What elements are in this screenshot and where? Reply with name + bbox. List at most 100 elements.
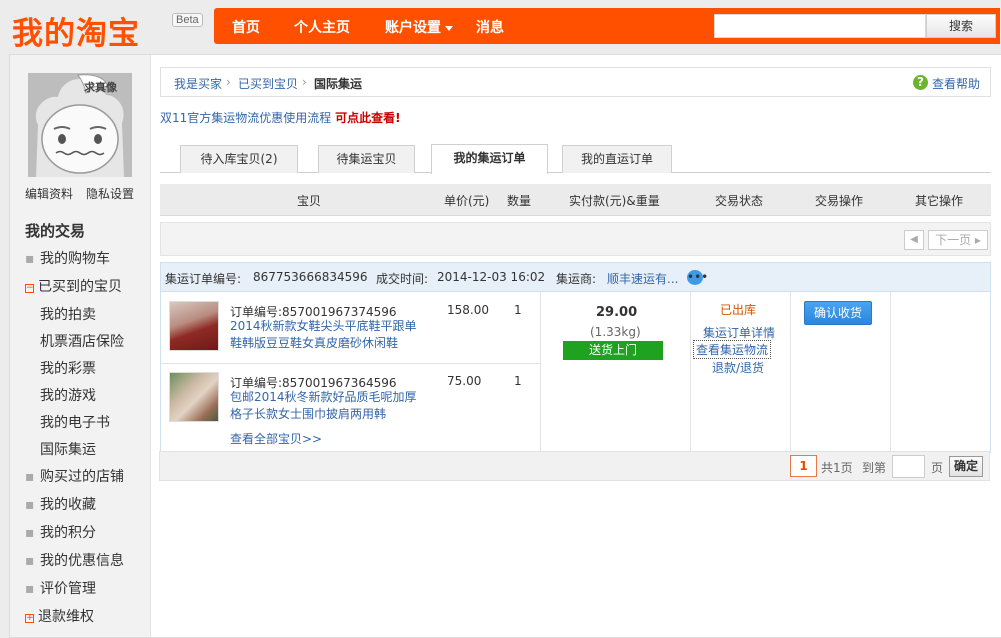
bullet-icon: ▪	[25, 251, 35, 267]
tab-my-consolidated-orders[interactable]: 我的集运订单	[431, 144, 548, 174]
bullet-icon: ▪	[25, 525, 35, 541]
view-logistics-link[interactable]: 查看集运物流	[693, 340, 772, 359]
package-weight: (1.33kg)	[590, 325, 641, 339]
avatar-tag: 求真像	[84, 81, 117, 94]
sidebar-item-ebooks[interactable]: 我的电子书	[40, 412, 110, 432]
breadcrumb-separator: ›	[226, 75, 231, 89]
sidebar-item-label: 退款维权	[38, 609, 94, 625]
nav-messages[interactable]: 消息	[476, 17, 504, 37]
col-status: 交易状态	[715, 194, 764, 208]
sidebar-item-label: 评价管理	[40, 581, 96, 597]
confirm-receipt-button[interactable]: 确认收货	[804, 301, 872, 325]
expand-icon[interactable]: +	[25, 614, 34, 623]
next-page-button[interactable]: 下一页 ▸	[928, 230, 988, 250]
col-unit-price: 单价(元)	[444, 194, 490, 208]
tab-my-direct-orders[interactable]: 我的直运订单	[562, 145, 672, 173]
breadcrumb-buyer[interactable]: 我是买家	[174, 75, 222, 92]
sidebar-item-shops[interactable]: ▪ 购买过的店铺	[25, 466, 124, 486]
breadcrumb: 我是买家 › 已买到宝贝 › 国际集运 ? 查看帮助	[160, 67, 991, 97]
avatar[interactable]: 求真像	[28, 73, 132, 177]
col-operation: 交易操作	[815, 194, 864, 208]
sidebar-item-label: 我的购物车	[40, 251, 110, 267]
sidebar-item-bought[interactable]: − 已买到的宝贝	[25, 276, 122, 296]
bullet-icon: ▪	[25, 553, 35, 569]
goto-page-button[interactable]: 确定	[949, 456, 983, 477]
goto-label: 到第	[862, 461, 887, 475]
tab-pending-consolidation[interactable]: 待集运宝贝	[318, 145, 415, 173]
sidebar-item-refunds[interactable]: + 退款维权	[25, 606, 94, 626]
top-navigation: 首页 个人主页 账户设置 消息 搜索	[214, 8, 1000, 44]
refund-return-link[interactable]: 退款/退货	[712, 359, 764, 376]
product-title-link[interactable]: 包邮2014秋冬新款好品质毛呢加厚格子长款女士围巾披肩两用韩	[230, 389, 420, 423]
product-thumbnail[interactable]	[169, 301, 219, 351]
promo-notice: 双11官方集运物流优惠使用流程 可点此查看!	[160, 109, 401, 126]
sidebar-item-label: 我的积分	[40, 525, 96, 541]
col-item: 宝贝	[297, 194, 322, 208]
my-trades-heading: 我的交易	[25, 222, 86, 240]
total-pages: 共1页	[821, 461, 853, 475]
search-input[interactable]	[714, 14, 926, 38]
sidebar-item-auction[interactable]: 我的拍卖	[40, 304, 96, 324]
pager-bottom: 1 共1页 到第 页 确定	[159, 451, 990, 481]
help-link[interactable]: 查看帮助	[932, 75, 980, 92]
quantity: 1	[514, 374, 522, 388]
order-rows: 订单编号:857001967374596 2014秋新款女鞋尖头平底鞋平跟单鞋韩…	[159, 261, 990, 452]
bullet-icon: ▪	[25, 497, 35, 513]
sidebar-item-games[interactable]: 我的游戏	[40, 385, 96, 405]
tab-pending-storage[interactable]: 待入库宝贝(2)	[180, 145, 298, 173]
help-icon[interactable]: ?	[913, 75, 928, 90]
nav-account-settings[interactable]: 账户设置	[385, 17, 453, 37]
sidebar-item-favorites[interactable]: ▪ 我的收藏	[25, 494, 96, 514]
breadcrumb-bought[interactable]: 已买到宝贝	[238, 75, 298, 92]
nav-home[interactable]: 首页	[232, 17, 260, 37]
sidebar-item-cart[interactable]: ▪ 我的购物车	[25, 248, 110, 268]
product-thumbnail[interactable]	[169, 372, 219, 422]
sidebar-item-points[interactable]: ▪ 我的积分	[25, 522, 96, 542]
table-header: 宝贝 单价(元) 数量 实付款(元)&重量 交易状态 交易操作 其它操作	[160, 184, 991, 216]
order-details-link[interactable]: 集运订单详情	[703, 324, 775, 341]
page-label: 页	[931, 461, 944, 475]
sidebar-item-lottery[interactable]: 我的彩票	[40, 358, 96, 378]
sidebar-item-label: 我的收藏	[40, 497, 96, 513]
unit-price: 158.00	[447, 303, 489, 317]
col-other: 其它操作	[915, 194, 964, 208]
sidebar-item-label: 已买到的宝贝	[38, 279, 122, 295]
nav-personal-page[interactable]: 个人主页	[294, 17, 350, 37]
sidebar-item-label: 我的优惠信息	[40, 553, 124, 569]
promo-text[interactable]: 双11官方集运物流优惠使用流程	[160, 111, 331, 125]
breadcrumb-current: 国际集运	[314, 77, 363, 91]
view-all-items-link[interactable]: 查看全部宝贝>>	[230, 430, 322, 447]
next-page-label: 下一页	[935, 233, 972, 247]
unit-price: 75.00	[447, 374, 482, 388]
chevron-down-icon	[445, 25, 453, 31]
door-delivery-badge: 送货上门	[563, 341, 663, 360]
sidebar-item-travel[interactable]: 机票酒店保险	[40, 331, 124, 351]
taobao-logo[interactable]: 我的淘宝	[12, 8, 140, 53]
bullet-icon: ▪	[25, 469, 35, 485]
current-page[interactable]: 1	[790, 455, 817, 477]
sidebar-item-intl-shipping[interactable]: 国际集运	[40, 439, 96, 459]
collapse-icon[interactable]: −	[25, 284, 34, 293]
nav-account-settings-label: 账户设置	[385, 20, 441, 36]
sidebar: 求真像 编辑资料 隐私设置 我的交易 ▪ 我的购物车 − 已买到的宝贝 我的拍卖 机…	[10, 55, 151, 637]
prev-page-button[interactable]: ◀	[904, 230, 924, 250]
beta-badge: Beta	[172, 13, 203, 27]
bullet-icon: ▪	[25, 581, 35, 597]
pager-top: ◀ 下一页 ▸	[160, 222, 991, 256]
quantity: 1	[514, 303, 522, 317]
status-text: 已出库	[720, 303, 757, 317]
sidebar-item-label: 购买过的店铺	[40, 469, 124, 485]
product-title-link[interactable]: 2014秋新款女鞋尖头平底鞋平跟单鞋韩版豆豆鞋女真皮磨砂休闲鞋	[230, 318, 420, 352]
page-number-input[interactable]	[892, 455, 925, 478]
sidebar-item-coupons[interactable]: ▪ 我的优惠信息	[25, 550, 124, 570]
order-tabs: 待入库宝贝(2) 待集运宝贝 我的集运订单 我的直运订单	[160, 144, 991, 174]
col-quantity: 数量	[507, 194, 532, 208]
search-button[interactable]: 搜索	[926, 14, 996, 38]
col-paid-weight: 实付款(元)&重量	[569, 194, 660, 208]
sidebar-item-reviews[interactable]: ▪ 评价管理	[25, 578, 96, 598]
edit-profile-link[interactable]: 编辑资料	[25, 185, 73, 202]
breadcrumb-separator: ›	[302, 75, 307, 89]
privacy-settings-link[interactable]: 隐私设置	[86, 185, 134, 202]
promo-link[interactable]: 可点此查看!	[335, 111, 400, 125]
paid-amount: 29.00	[596, 305, 638, 320]
